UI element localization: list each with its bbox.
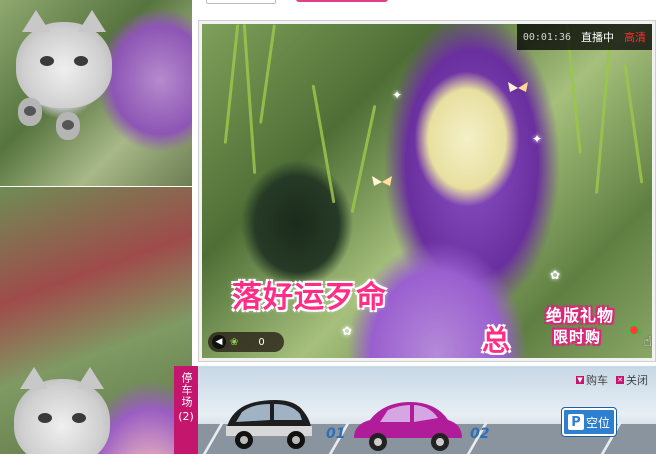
butterfly-icon — [508, 82, 528, 92]
cat-paw — [56, 112, 80, 140]
photo-cat-top — [0, 0, 192, 186]
parking-tab-count: (2) — [178, 410, 194, 423]
buy-car-label: 购车 — [586, 374, 608, 387]
video-overlay-text-2: 总 — [482, 324, 511, 357]
butterfly-icon — [372, 176, 392, 186]
cat-face — [16, 10, 112, 108]
close-icon: ✕ — [616, 376, 624, 384]
sparkle-icon: ✦ — [532, 132, 543, 146]
close-parking-label: 关闭 — [626, 374, 648, 387]
buy-car-button[interactable]: ▼ 购车 — [576, 372, 608, 388]
close-parking-button[interactable]: ✕ 关闭 — [616, 372, 648, 388]
parking-p-icon: P — [567, 414, 584, 430]
top-controls — [206, 0, 506, 4]
cat-face — [14, 367, 110, 454]
top-input-box[interactable] — [206, 0, 276, 4]
gift-badge-line1: 绝版礼物 — [545, 305, 614, 325]
live-status: 直播中 — [581, 31, 614, 44]
sparkle-icon: ✿ — [550, 268, 561, 282]
top-action-button[interactable] — [296, 0, 388, 2]
parking-lot-panel: 停车场 (2) 01 02 ▼ 购车 ✕ 关闭 P 空位 — [174, 366, 656, 454]
parked-car-smart[interactable] — [220, 396, 318, 450]
speaker-icon[interactable]: ◀ — [212, 335, 226, 349]
video-overlay-text: 落好运歹命 — [232, 280, 387, 315]
flower-counter[interactable]: ◀ ❀ 0 — [208, 332, 284, 352]
parked-car-beetle[interactable] — [350, 400, 466, 452]
sparkle-icon: ✦ — [392, 88, 403, 102]
slot-number: 01 — [326, 426, 346, 442]
parking-tab[interactable]: 停车场 (2) — [174, 366, 198, 454]
hand-cursor-icon: ☝ — [643, 334, 652, 350]
live-status-bar: 00:01:36 直播中 高清 — [516, 24, 652, 50]
video-player: ✦ ✦ ✿ ✿ 00:01:36 直播中 高清 落好运歹命 总 ◀ ❀ 0 绝版… — [198, 20, 656, 362]
empty-slot-sign[interactable]: P 空位 — [562, 408, 616, 436]
flower-count: 0 — [258, 336, 265, 348]
limited-gift-badge[interactable]: 绝版礼物 限时购 ☝ — [526, 294, 652, 354]
parking-actions: ▼ 购车 ✕ 关闭 — [576, 372, 648, 388]
empty-slot-label: 空位 — [585, 415, 610, 430]
quality-badge[interactable]: 高清 — [624, 29, 646, 45]
photo-cat-bottom — [0, 187, 192, 454]
live-timer: 00:01:36 — [522, 31, 571, 43]
parking-tab-label: 停车场 — [180, 372, 193, 408]
gift-badge-line2: 限时购 — [552, 327, 601, 346]
buy-car-icon: ▼ — [576, 376, 584, 384]
flower-icon: ❀ — [230, 336, 239, 348]
cat-paw — [18, 98, 42, 126]
left-photo-strip — [0, 0, 192, 454]
parking-scene: 01 02 ▼ 购车 ✕ 关闭 P 空位 — [198, 366, 656, 454]
slot-number: 02 — [470, 426, 490, 442]
video-stream[interactable]: ✦ ✦ ✿ ✿ 00:01:36 直播中 高清 落好运歹命 总 ◀ ❀ 0 绝版… — [202, 24, 652, 358]
sparkle-icon: ✿ — [342, 324, 353, 338]
gift-icon — [626, 320, 642, 334]
